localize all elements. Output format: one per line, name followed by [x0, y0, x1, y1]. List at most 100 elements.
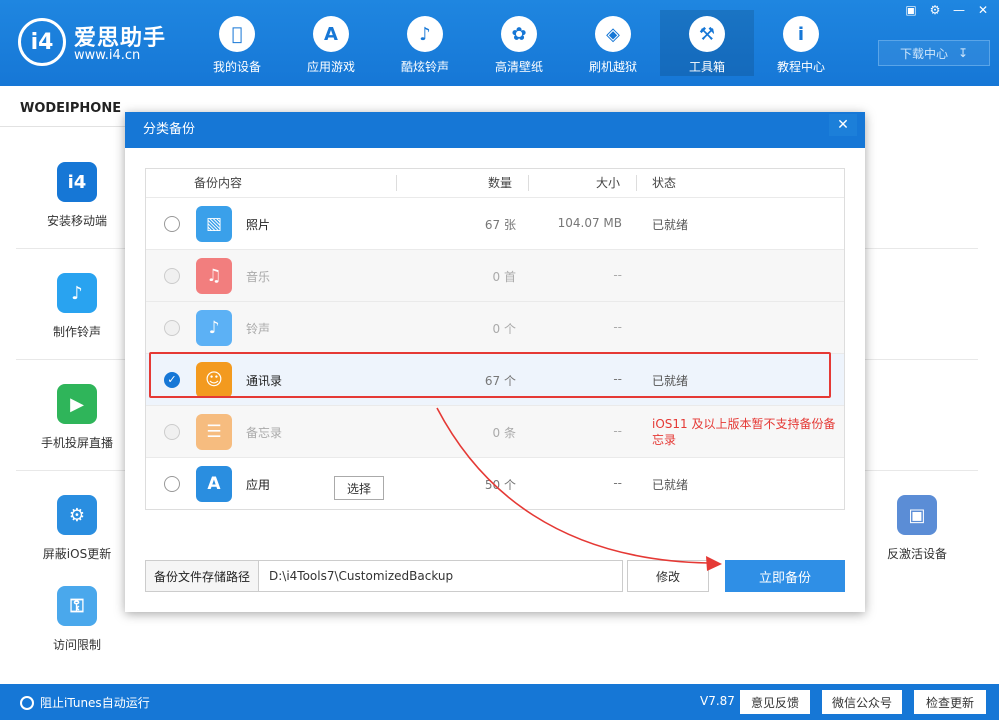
radio-button[interactable]: [164, 216, 180, 232]
row-status: 已就绪: [652, 218, 689, 232]
table-row-music: ♫ 音乐 0 首 --: [146, 249, 844, 301]
modify-path-button[interactable]: 修改: [627, 560, 709, 592]
screen-play-icon: ▶: [57, 384, 97, 424]
row-status: 已就绪: [652, 374, 689, 388]
feedback-button[interactable]: 意见反馈: [740, 690, 810, 714]
nav-label: 我的设备: [212, 60, 261, 74]
brand-url: www.i4.cn: [74, 48, 141, 63]
nav-label: 刷机越狱: [588, 60, 637, 74]
table-row-apps[interactable]: A 应用 选择 50 个 -- 已就绪: [146, 457, 844, 509]
col-divider: [396, 175, 397, 191]
minimize-icon[interactable]: —: [949, 2, 969, 18]
version-label: V7.87: [700, 694, 735, 708]
row-name: 通讯录: [246, 374, 283, 388]
download-center-label: 下载中心: [899, 46, 948, 61]
col-size: 大小: [596, 176, 621, 190]
tool-label: 制作铃声: [52, 325, 101, 339]
close-icon[interactable]: ✕: [829, 114, 857, 136]
table-row-notes: ☰ 备忘录 0 条 -- iOS11 及以上版本暂不支持备份备忘录: [146, 405, 844, 457]
wechat-button[interactable]: 微信公众号: [822, 690, 902, 714]
device-name: WODEIPHONE: [20, 101, 122, 116]
backup-now-button[interactable]: 立即备份: [725, 560, 845, 592]
nav-label: 教程中心: [776, 60, 825, 74]
tool-label: 访问限制: [52, 638, 101, 652]
circle-icon: [20, 695, 34, 710]
i4-app-icon: i4: [57, 162, 97, 202]
nav-label: 酷炫铃声: [400, 60, 449, 74]
radio-button: [164, 268, 180, 284]
music-icon: ♫: [196, 258, 232, 294]
app-store-icon: A: [313, 16, 349, 52]
col-divider: [636, 175, 637, 191]
row-count: 67 个: [484, 374, 516, 388]
row-status: 已就绪: [652, 478, 689, 492]
gear-block-icon: ⚙: [57, 495, 97, 535]
row-status-warning: iOS11 及以上版本暂不支持备份备忘录: [652, 417, 836, 447]
bell-icon: ♪: [407, 16, 443, 52]
close-icon[interactable]: ✕: [973, 2, 993, 18]
block-itunes-toggle[interactable]: 阻止iTunes自动运行: [20, 694, 150, 711]
choose-apps-button[interactable]: 选择: [334, 476, 384, 500]
flower-icon: ✿: [501, 16, 537, 52]
table-row-photos[interactable]: ▧ 照片 67 张 104.07 MB 已就绪: [146, 197, 844, 249]
col-divider: [528, 175, 529, 191]
path-label: 备份文件存储路径: [145, 560, 259, 592]
status-bar: 阻止iTunes自动运行 V7.87 意见反馈 微信公众号 检查更新: [0, 684, 999, 720]
tool-access-restriction[interactable]: ⚿ 访问限制: [22, 586, 132, 653]
contacts-icon: ☺: [196, 362, 232, 398]
check-update-button[interactable]: 检查更新: [914, 690, 986, 714]
bell-icon: ♪: [196, 310, 232, 346]
row-count: 0 个: [492, 322, 516, 336]
download-center-button[interactable]: 下载中心 ↧: [878, 40, 990, 66]
row-count: 67 张: [484, 218, 516, 232]
block-itunes-label: 阻止iTunes自动运行: [40, 696, 150, 710]
dialog-header: 分类备份 ✕: [125, 112, 865, 148]
tool-block-ios-update[interactable]: ⚙ 屏蔽iOS更新: [22, 495, 132, 562]
tool-label: 安装移动端: [46, 214, 107, 228]
row-count: 0 首: [492, 270, 516, 284]
tool-screen-mirror[interactable]: ▶ 手机投屏直播: [22, 384, 132, 451]
row-name: 备忘录: [246, 426, 283, 440]
tool-label: 屏蔽iOS更新: [42, 547, 112, 561]
tool-label: 手机投屏直播: [40, 436, 113, 450]
notes-icon: ☰: [196, 414, 232, 450]
key-icon: ⚿: [57, 586, 97, 626]
nav-label: 高清壁纸: [494, 60, 543, 74]
nav-ringtones[interactable]: ♪ 酷炫铃声: [378, 10, 472, 76]
i4-logo-icon: i4: [18, 18, 66, 66]
main-nav:  我的设备 A 应用游戏 ♪ 酷炫铃声 ✿ 高清壁纸 ◈ 刷机越狱 ⚒ 工具箱…: [190, 10, 848, 76]
row-size: --: [613, 476, 622, 490]
radio-button[interactable]: [164, 476, 180, 492]
tablet-icon: ▣: [897, 495, 937, 535]
tool-install-mobile[interactable]: i4 安装移动端: [22, 162, 132, 229]
row-size: --: [613, 320, 622, 334]
tools-icon: ⚒: [689, 16, 725, 52]
checked-radio-icon[interactable]: ✓: [164, 372, 180, 388]
col-status: 状态: [652, 176, 677, 190]
table-row-ringtones: ♪ 铃声 0 个 --: [146, 301, 844, 353]
row-size: --: [613, 268, 622, 282]
gear-icon[interactable]: ⚙: [925, 2, 945, 18]
app-header: i4 爱思助手 www.i4.cn  我的设备 A 应用游戏 ♪ 酷炫铃声 ✿…: [0, 0, 999, 86]
tool-deactivate-device[interactable]: ▣ 反激活设备: [862, 495, 972, 562]
nav-apps-games[interactable]: A 应用游戏: [284, 10, 378, 76]
col-content: 备份内容: [194, 176, 243, 190]
nav-wallpapers[interactable]: ✿ 高清壁纸: [472, 10, 566, 76]
photo-icon: ▧: [196, 206, 232, 242]
tool-make-ringtone[interactable]: ♪ 制作铃声: [22, 273, 132, 340]
nav-label: 应用游戏: [306, 60, 355, 74]
row-size: --: [613, 424, 622, 438]
table-row-contacts[interactable]: ✓ ☺ 通讯录 67 个 -- 已就绪: [146, 353, 844, 405]
radio-button: [164, 320, 180, 336]
nav-flash-jailbreak[interactable]: ◈ 刷机越狱: [566, 10, 660, 76]
window-controls: ▣ ⚙ — ✕: [901, 2, 993, 18]
shirt-icon[interactable]: ▣: [901, 2, 921, 18]
category-backup-dialog: 分类备份 ✕ 备份内容 数量 大小 状态 ▧ 照片 67 张 104.07 MB…: [125, 112, 865, 612]
col-count: 数量: [488, 176, 513, 190]
nav-toolbox[interactable]: ⚒ 工具箱: [660, 10, 754, 76]
radio-button: [164, 424, 180, 440]
backup-path-input[interactable]: [259, 560, 623, 592]
nav-my-device[interactable]:  我的设备: [190, 10, 284, 76]
row-count: 0 条: [492, 426, 516, 440]
nav-tutorials[interactable]: i 教程中心: [754, 10, 848, 76]
